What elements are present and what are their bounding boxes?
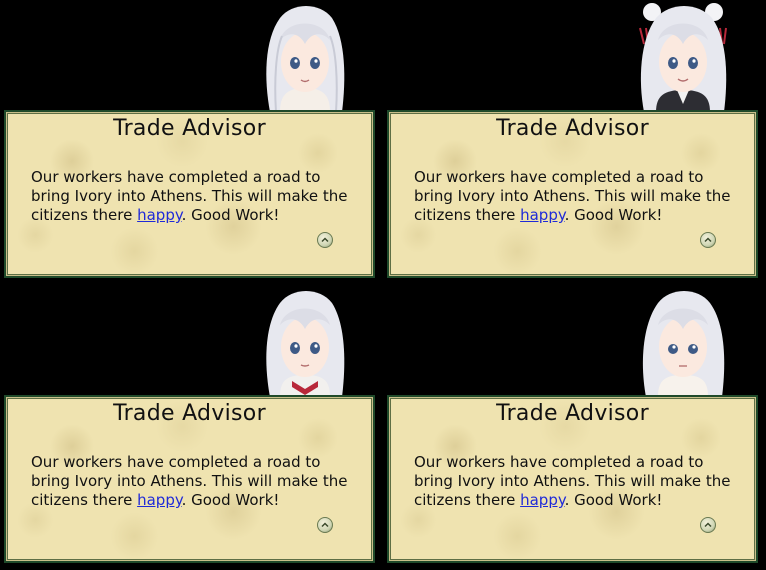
message-text-end: . Good Work! [181, 491, 280, 509]
ok-button[interactable] [317, 232, 333, 248]
panel-title: Trade Advisor [496, 116, 649, 141]
chevron-up-icon [321, 237, 329, 243]
message-text: Our workers have completed a road to bri… [31, 168, 361, 225]
message-text-end: . Good Work! [564, 206, 663, 224]
happy-link[interactable]: happy [520, 491, 564, 509]
chevron-up-icon [704, 522, 712, 528]
ok-button[interactable] [700, 517, 716, 533]
ok-button[interactable] [700, 232, 716, 248]
chevron-up-icon [704, 237, 712, 243]
advisor-portrait [628, 0, 738, 112]
message-text-end: . Good Work! [181, 206, 280, 224]
advisor-portrait [250, 0, 360, 112]
panel-title: Trade Advisor [113, 401, 266, 426]
advisor-popup: Trade Advisor Our workers have completed… [0, 0, 383, 285]
message-panel: Trade Advisor Our workers have completed… [387, 395, 758, 563]
advisor-popup: Trade Advisor Our workers have completed… [383, 285, 766, 570]
ok-button[interactable] [317, 517, 333, 533]
message-panel: Trade Advisor Our workers have completed… [387, 110, 758, 278]
happy-link[interactable]: happy [137, 491, 181, 509]
message-panel: Trade Advisor Our workers have completed… [4, 110, 375, 278]
happy-link[interactable]: happy [137, 206, 181, 224]
advisor-popup: Trade Advisor Our workers have completed… [383, 0, 766, 285]
advisor-popup: Trade Advisor Our workers have completed… [0, 285, 383, 570]
happy-link[interactable]: happy [520, 206, 564, 224]
message-text: Our workers have completed a road to bri… [414, 453, 744, 510]
message-text: Our workers have completed a road to bri… [31, 453, 361, 510]
panel-title: Trade Advisor [496, 401, 649, 426]
chevron-up-icon [321, 522, 329, 528]
message-panel: Trade Advisor Our workers have completed… [4, 395, 375, 563]
panel-title: Trade Advisor [113, 116, 266, 141]
message-text-end: . Good Work! [564, 491, 663, 509]
advisor-portrait [628, 285, 738, 397]
message-text: Our workers have completed a road to bri… [414, 168, 744, 225]
advisor-portrait [250, 285, 360, 397]
